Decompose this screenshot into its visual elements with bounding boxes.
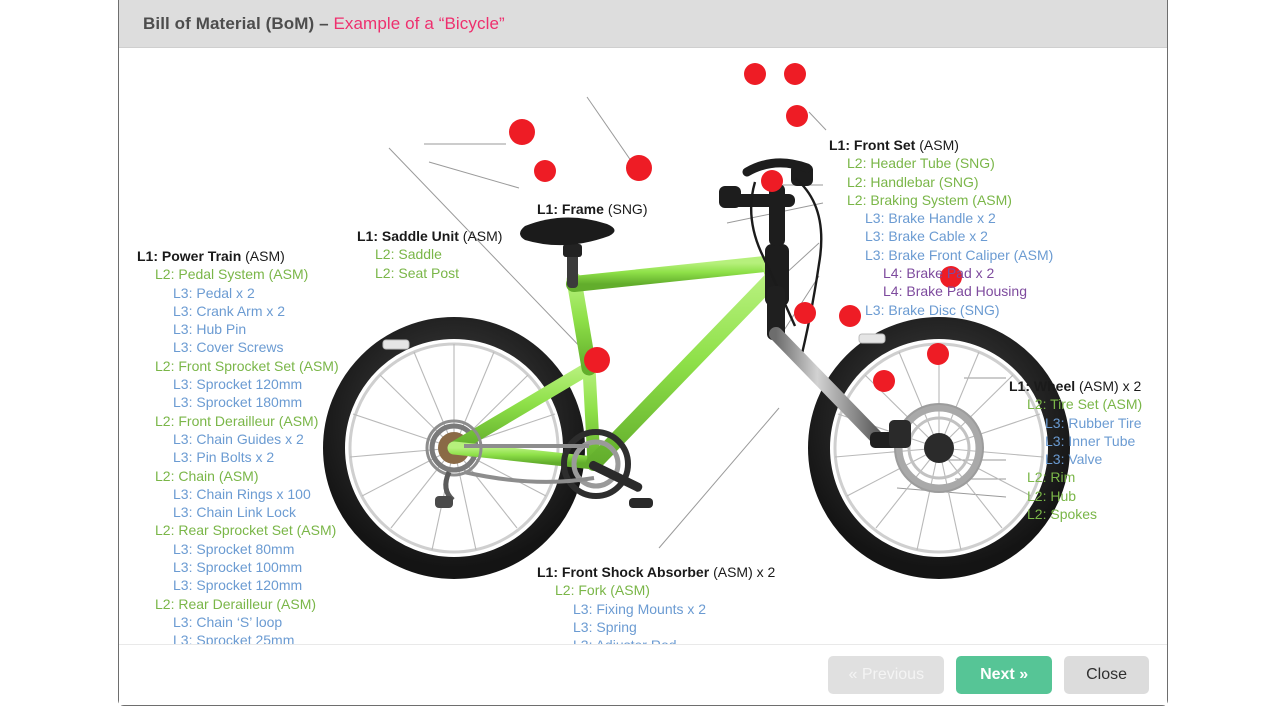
- label-group-saddle-unit: L1: Saddle Unit (ASM) L2: Saddle L2: Sea…: [357, 227, 502, 282]
- bom-line: L2: Seat Post: [375, 264, 460, 281]
- bom-line: L2: Header Tube (SNG): [847, 155, 995, 172]
- bom-line: L3: Chain Link Lock: [173, 504, 296, 521]
- label-group-wheel: L1: Wheel (ASM) x 2 L2: Tire Set (ASM) L…: [1009, 377, 1142, 523]
- modal-title-main: Bill of Material (BoM) –: [143, 13, 334, 33]
- bom-line: L2: Front Derailleur (ASM): [155, 412, 319, 429]
- brake-caliper: [889, 420, 911, 448]
- marker-brake-caliper: [794, 302, 816, 324]
- bom-line: L2: Front Sprocket Set (ASM): [155, 357, 339, 374]
- label-group-power-train: L1: Power Train (ASM) L2: Pedal System (…: [137, 247, 339, 645]
- marker-saddle: [509, 119, 535, 145]
- bom-line: L3: Brake Handle x 2: [865, 210, 996, 227]
- frame-title: L1: Frame (SNG): [537, 201, 648, 217]
- bicycle-frame: [447, 255, 789, 471]
- bom-line: L2: Hub: [1027, 487, 1077, 504]
- marker-seat-post: [534, 160, 556, 182]
- marker-hub: [873, 370, 895, 392]
- label-group-front-shock-absorber: L1: Front Shock Absorber (ASM) x 2 L2: F…: [537, 563, 776, 644]
- saddle-unit-title: L1: Saddle Unit (ASM): [357, 228, 503, 244]
- bom-line: L3: Chain Guides x 2: [173, 430, 304, 447]
- bom-line: L3: Brake Disc (SNG): [865, 301, 1000, 318]
- bom-line: L3: Cover Screws: [173, 339, 284, 356]
- modal-footer: « Previous Next » Close: [119, 645, 1167, 705]
- front-shock-absorber-title: L1: Front Shock Absorber (ASM) x 2: [537, 564, 776, 580]
- bom-line: L3: Spring: [573, 618, 637, 635]
- label-group-frame: L1: Frame (SNG): [537, 200, 647, 218]
- bom-line: L3: Sprocket 25mm: [173, 632, 295, 645]
- modal-header: Bill of Material (BoM) – Example of a “B…: [119, 0, 1167, 48]
- previous-button[interactable]: « Previous: [828, 656, 945, 694]
- wheel-title: L1: Wheel (ASM) x 2: [1009, 378, 1142, 394]
- bom-line: L3: Fixing Mounts x 2: [573, 600, 707, 617]
- marker-power-train: [584, 347, 610, 373]
- bom-line: L2: Fork (ASM): [555, 582, 650, 599]
- next-button[interactable]: Next »: [956, 656, 1053, 694]
- bom-line: L3: Chain ‘S’ loop: [173, 613, 283, 630]
- bom-line: L3: Brake Cable x 2: [865, 228, 988, 245]
- bom-line: L3: Brake Front Caliper (ASM): [865, 246, 1054, 263]
- bom-line: L3: Sprocket 100mm: [173, 559, 303, 576]
- bom-line: L3: Pedal x 2: [173, 284, 255, 301]
- power-train-title: L1: Power Train (ASM): [137, 248, 285, 264]
- bom-line: L3: Rubber Tire: [1045, 414, 1142, 431]
- modal-title-accent: Example of a “Bicycle”: [333, 13, 505, 33]
- label-group-front-set: L1: Front Set (ASM) L2: Header Tube (SNG…: [829, 136, 1053, 319]
- page-title: Bill of Material (BoM) – Example of a “B…: [143, 14, 505, 34]
- marker-frame: [626, 155, 652, 181]
- marker-handlebar: [744, 63, 766, 85]
- bom-line: L3: Pin Bolts x 2: [173, 449, 275, 466]
- bom-line: L3: Inner Tube: [1045, 432, 1136, 449]
- bom-line: L3: Hub Pin: [173, 321, 247, 338]
- marker-header-tube: [761, 170, 783, 192]
- bom-line: L3: Crank Arm x 2: [173, 302, 286, 319]
- bom-line: L3: Sprocket 180mm: [173, 394, 303, 411]
- marker-rim: [927, 343, 949, 365]
- bom-line: L3: Valve: [1045, 451, 1103, 468]
- bom-line: L2: Spokes: [1027, 506, 1098, 523]
- modal-body: L1: Power Train (ASM) L2: Pedal System (…: [119, 48, 1167, 645]
- bom-line: L2: Rear Sprocket Set (ASM): [155, 522, 337, 539]
- close-button[interactable]: Close: [1064, 656, 1149, 694]
- bom-line: L4: Brake Pad x 2: [883, 265, 995, 282]
- screen: Bill of Material (BoM) – Example of a “B…: [0, 0, 1280, 720]
- bom-modal-dialog: Bill of Material (BoM) – Example of a “B…: [118, 0, 1168, 706]
- saddle: [520, 217, 615, 246]
- bom-line: L2: Rear Derailleur (ASM): [155, 595, 317, 612]
- bom-line: L2: Braking System (ASM): [847, 191, 1012, 208]
- bom-line: L4: Brake Pad Housing: [883, 283, 1027, 300]
- bom-line: L3: Chain Rings x 100: [173, 485, 311, 502]
- bom-line: L3: Sprocket 120mm: [173, 376, 303, 393]
- bom-line: L2: Chain (ASM): [155, 467, 259, 484]
- bom-diagram: L1: Power Train (ASM) L2: Pedal System (…: [119, 48, 1167, 645]
- bom-line: L3: Sprocket 80mm: [173, 540, 295, 557]
- bom-line: L3: Adjuster Rod: [537, 636, 775, 644]
- bom-line: L2: Pedal System (ASM): [155, 266, 309, 283]
- front-set-title: L1: Front Set (ASM): [829, 137, 959, 153]
- bom-line: L2: Handlebar (SNG): [847, 173, 979, 190]
- bom-line: L2: Rim: [1027, 469, 1076, 486]
- bom-line: L2: Tire Set (ASM): [1027, 396, 1143, 413]
- bom-line: L3: Sprocket 120mm: [173, 577, 303, 594]
- marker-brake-cable: [786, 105, 808, 127]
- marker-brake-handle: [784, 63, 806, 85]
- bom-line: L2: Saddle: [375, 246, 442, 263]
